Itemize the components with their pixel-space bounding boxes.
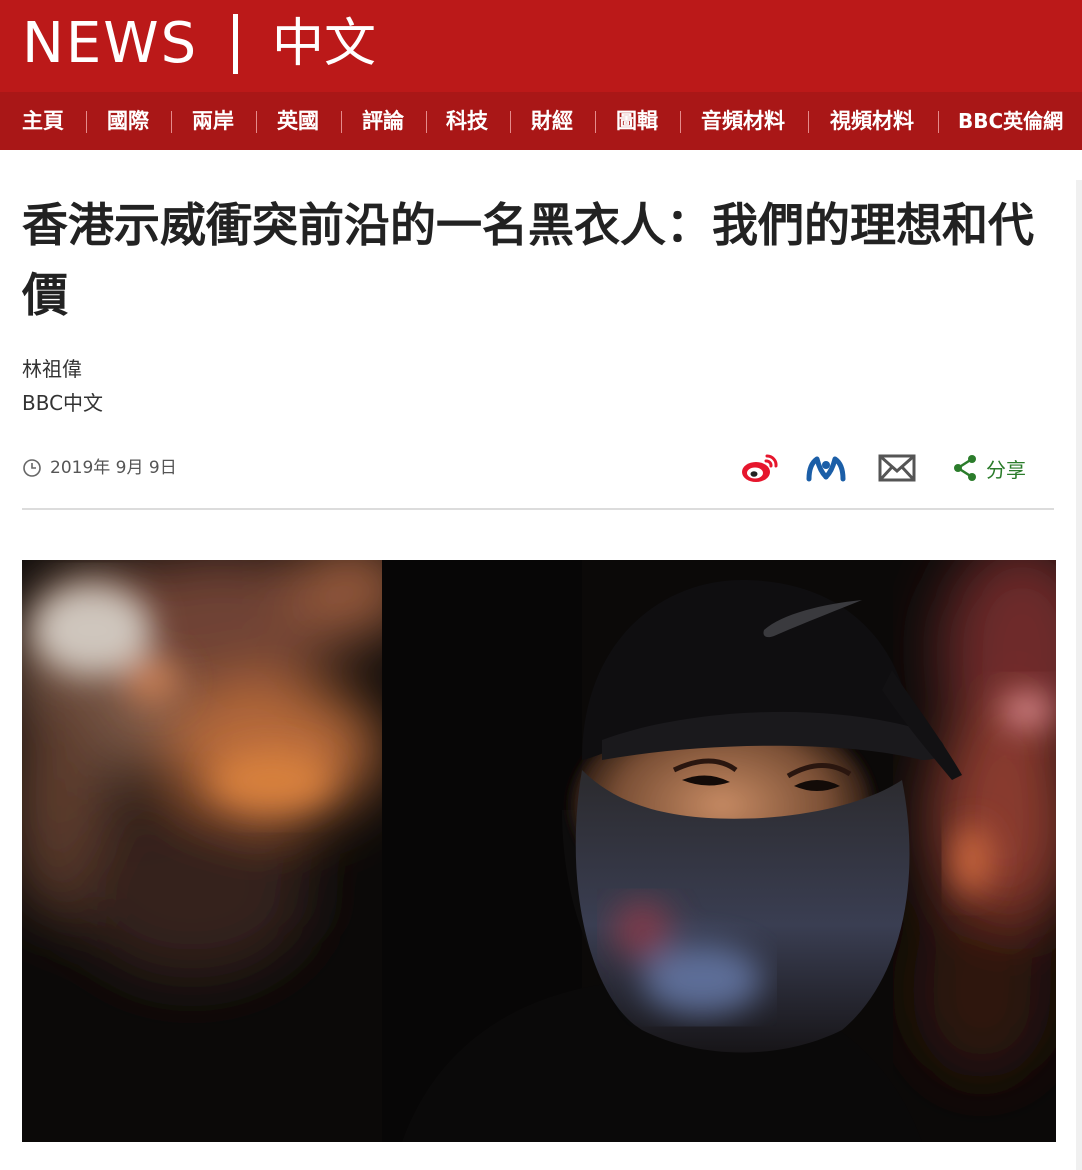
brand-logo[interactable]: NEWS — [22, 12, 198, 76]
clock-icon — [23, 459, 41, 477]
nav-item-cross-strait[interactable]: 兩岸 — [192, 92, 234, 150]
nav-separator — [341, 111, 342, 133]
brand-divider — [233, 14, 238, 74]
share-label: 分享 — [986, 457, 1026, 482]
author-organization: BBC中文 — [22, 391, 104, 415]
nav-item-bbc-uk[interactable]: BBC英倫網 — [958, 92, 1063, 150]
nav-item-opinion[interactable]: 評論 — [362, 92, 404, 150]
nav-separator — [938, 111, 939, 133]
nav-separator — [595, 111, 596, 133]
nav-separator — [171, 111, 172, 133]
email-icon — [878, 454, 916, 482]
main-nav: 主頁 國際 兩岸 英國 評論 科技 財經 圖輯 音頻材料 視頻材料 BBC英倫網 — [0, 92, 1082, 150]
nav-item-technology[interactable]: 科技 — [446, 92, 488, 150]
weibo-share-button[interactable] — [737, 448, 781, 488]
nav-separator — [86, 111, 87, 133]
share-button[interactable]: 分享 — [952, 448, 1026, 488]
nav-separator — [426, 111, 427, 133]
renren-share-button[interactable] — [804, 448, 848, 488]
edition-label[interactable]: 中文 — [272, 12, 376, 76]
nav-item-finance[interactable]: 財經 — [531, 92, 573, 150]
nav-item-uk[interactable]: 英國 — [277, 92, 319, 150]
hero-image — [22, 560, 1056, 1142]
nav-separator — [808, 111, 809, 133]
email-share-button[interactable] — [875, 448, 919, 488]
weibo-icon — [742, 454, 778, 482]
nav-item-international[interactable]: 國際 — [107, 92, 149, 150]
page-scrollbar[interactable] — [1076, 180, 1082, 1170]
header-divider — [22, 508, 1054, 510]
nav-separator — [680, 111, 681, 133]
nav-item-gallery[interactable]: 圖輯 — [616, 92, 658, 150]
nav-separator — [256, 111, 257, 133]
masthead: NEWS 中文 — [0, 0, 1082, 92]
article-headline: 香港示威衝突前沿的一名黑衣人：我們的理想和代價 — [22, 198, 1034, 322]
author-name: 林祖偉 — [22, 357, 82, 381]
nav-separator — [510, 111, 511, 133]
renren-icon — [806, 456, 846, 482]
nav-item-video[interactable]: 視頻材料 — [830, 92, 914, 150]
nav-item-audio[interactable]: 音頻材料 — [701, 92, 785, 150]
share-icon — [954, 455, 976, 481]
nav-item-home[interactable]: 主頁 — [22, 92, 64, 150]
date-text: 2019年 9月 9日 — [50, 458, 177, 478]
publish-date: 2019年 9月 9日 — [22, 456, 177, 480]
photo-masked-protester — [22, 560, 1056, 1142]
